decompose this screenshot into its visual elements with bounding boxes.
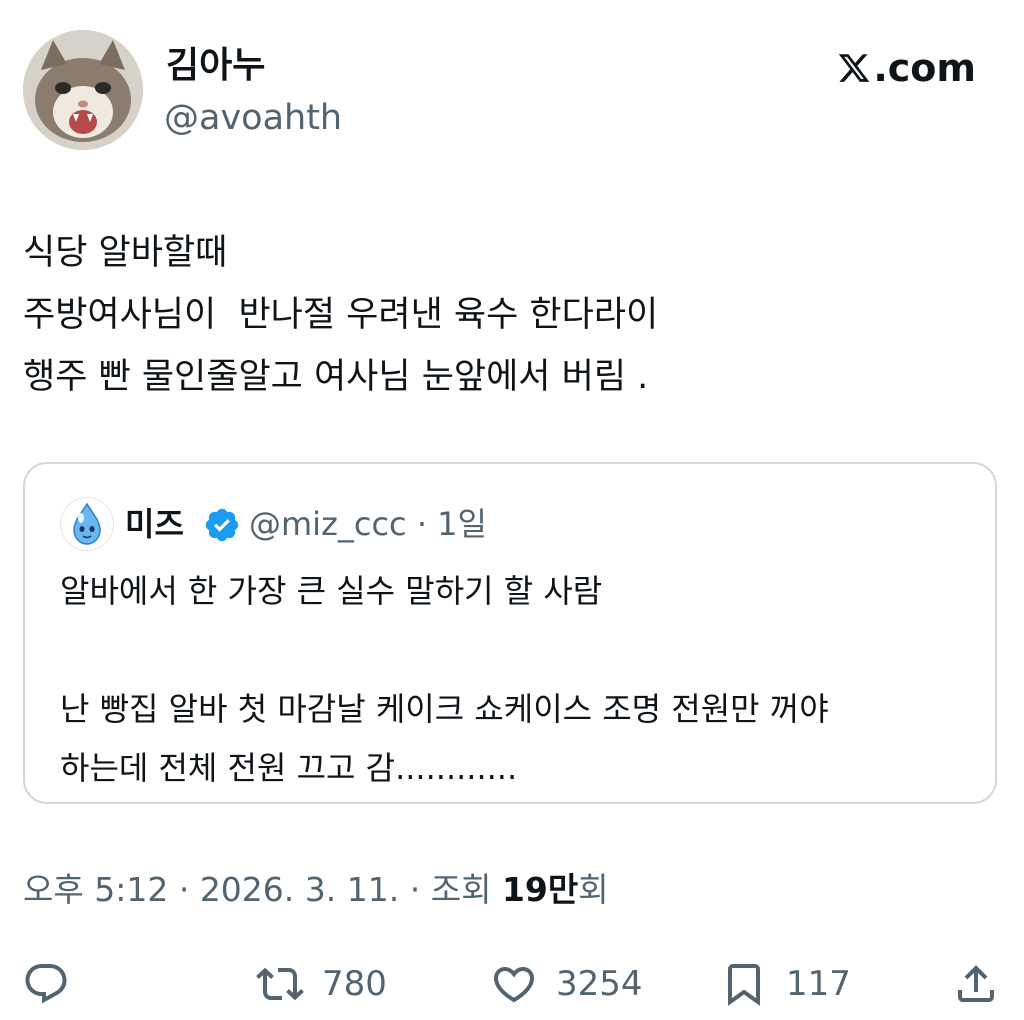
bookmark-icon [728,964,760,1006]
quoted-tweet-text: 알바에서 한 가장 큰 실수 말하기 할 사람 난 빵집 알바 첫 마감날 케이… [60,562,829,798]
quoted-line: 난 빵집 알바 첫 마감날 케이크 쇼케이스 조명 전원만 꺼야 [60,690,829,728]
brand-domain: .com [873,46,976,90]
quoted-author-name[interactable]: 미즈 [125,502,184,546]
heart-icon [493,967,535,1003]
like-count: 3254 [556,964,643,1004]
tweet-line: 주방여사님이 반나절 우려낸 육수 한다라이 [23,295,659,335]
share-button[interactable] [952,952,1000,1016]
quoted-tweet-card[interactable]: 미즈 @miz_ccc · 1일 알바에서 한 가장 큰 실수 말하기 할 사람… [23,462,997,804]
tweet-line: 식당 알바할때 [23,233,228,273]
quoted-line: 알바에서 한 가장 큰 실수 말하기 할 사람 [60,572,603,610]
verified-badge-icon [205,508,239,542]
reply-button[interactable] [22,952,70,1016]
bookmark-count: 117 [786,964,851,1004]
bookmark-button[interactable]: 117 [720,952,851,1016]
quoted-author-meta[interactable]: @miz_ccc · 1일 [249,502,487,546]
views-suffix: 회 [578,870,609,909]
reply-icon [25,964,67,1004]
x-logo-icon [839,54,870,82]
quoted-line [60,621,829,680]
quoted-line: 하는데 전체 전원 끄고 감............ [60,749,518,787]
retweet-count: 780 [322,964,387,1004]
tweet-meta: 오후 5:12 · 2026. 3. 11. · 조회 19만회 [23,870,609,909]
brand-logo: .com [837,46,976,90]
author-display-name[interactable]: 김아누 [166,44,265,88]
retweet-button[interactable]: 780 [256,952,387,1016]
share-icon [958,965,994,1002]
quoted-author-avatar[interactable] [60,497,114,551]
tweet-line: 행주 빤 물인줄알고 여사님 눈앞에서 버림 . [23,357,649,397]
tweet-time[interactable]: 오후 5:12 [23,870,168,909]
views-count: 19만 [501,870,579,909]
author-handle[interactable]: @avoahth [164,96,342,140]
cat-avatar-icon [23,30,143,150]
tweet-date[interactable]: 2026. 3. 11. [200,870,399,909]
views-label: 조회 [430,870,492,909]
action-bar: 780 3254 117 [0,952,1024,1016]
author-avatar[interactable] [23,30,143,150]
water-drop-avatar-icon [61,498,113,550]
tweet-text: 식당 알바할때 주방여사님이 반나절 우려낸 육수 한다라이 행주 빤 물인줄알… [23,222,658,408]
retweet-icon [256,967,304,1001]
like-button[interactable]: 3254 [490,952,643,1016]
